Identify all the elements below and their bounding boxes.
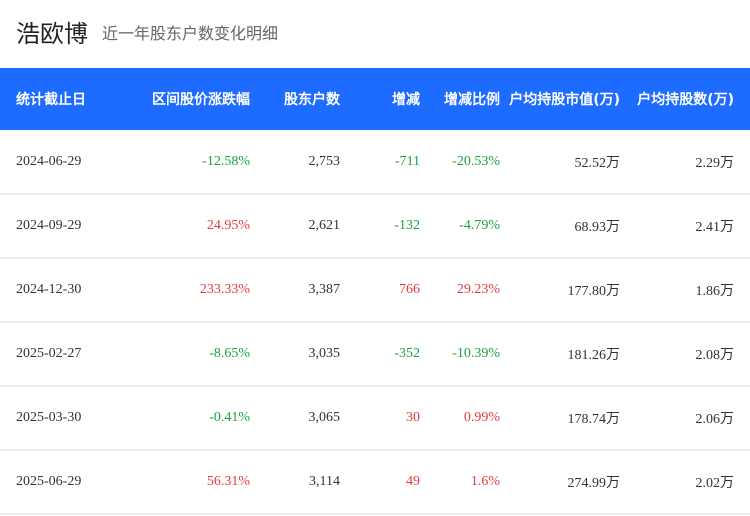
cell-avg-value: 177.80万 — [567, 284, 621, 299]
column-header-date[interactable]: 统计截止日 — [0, 68, 120, 130]
cell-price-change: -8.65% — [209, 346, 250, 361]
cell-date: 2024-09-29 — [16, 218, 82, 233]
cell-avg-shares: 2.06万 — [695, 412, 735, 427]
cell-date: 2024-06-29 — [16, 153, 82, 169]
cell-holders: 3,387 — [308, 282, 341, 297]
cell-date: 2025-06-29 — [16, 474, 82, 489]
cell-date: 2025-03-30 — [16, 410, 82, 425]
cell-change-ratio: -20.53% — [452, 153, 500, 169]
cell-avg-value: 274.99万 — [567, 476, 621, 491]
cell-holders: 2,621 — [308, 218, 341, 233]
cell-change: -711 — [394, 153, 420, 169]
cell-holders: 3,065 — [308, 410, 341, 425]
column-header-avg-value[interactable]: 户均持股市值(万) — [500, 68, 620, 130]
column-header-change-ratio[interactable]: 增减比例 — [420, 68, 500, 130]
table-header-row: 统计截止日 区间股价涨跌幅 股东户数 增减 增减比例 户均持股市值(万) 户均持… — [0, 68, 750, 130]
cell-avg-value: 181.26万 — [567, 348, 621, 363]
cell-change: 30 — [406, 410, 420, 425]
cell-avg-value: 178.74万 — [567, 412, 621, 427]
cell-avg-value: 68.93万 — [574, 220, 621, 235]
cell-price-change: 233.33% — [199, 282, 250, 297]
cell-date: 2024-12-30 — [16, 282, 82, 297]
column-header-holders[interactable]: 股东户数 — [250, 68, 340, 130]
table-row[interactable]: 2025-02-27 -8.65% 3,035 -352 -10.39% 181.26万 2… — [0, 322, 750, 386]
page-subtitle: 近一年股东户数变化明细 — [102, 24, 279, 43]
cell-change-ratio: -10.39% — [452, 346, 500, 361]
column-header-price-change[interactable]: 区间股价涨跌幅 — [120, 68, 250, 130]
cell-avg-shares: 2.08万 — [695, 348, 735, 363]
cell-change-ratio: -4.79% — [459, 218, 500, 233]
column-header-avg-shares[interactable]: 户均持股数(万) — [620, 68, 750, 130]
cell-avg-shares: 2.29万 — [695, 155, 735, 171]
cell-avg-value: 52.52万 — [574, 155, 621, 171]
page-title: 浩欧博 — [16, 20, 88, 48]
table-row[interactable]: 2024-09-29 24.95% 2,621 -132 -4.79% 68.93万 2.4… — [0, 194, 750, 258]
table-row[interactable]: 2024-12-30 233.33% 3,387 766 29.23% 177.80万 1.… — [0, 258, 750, 322]
table-row[interactable]: 2025-06-29 56.31% 3,114 49 1.6% 274.99万 2.02万 — [0, 450, 750, 514]
cell-change-ratio: 1.6% — [470, 474, 500, 489]
cell-change: -132 — [394, 218, 420, 233]
page-header: 浩欧博 近一年股东户数变化明细 — [0, 0, 750, 68]
cell-change-ratio: 0.99% — [463, 410, 500, 425]
cell-change: 766 — [399, 282, 420, 297]
table-body: 2024-06-29 -12.58% 2,753 -711 -20.53% 52.52万 2… — [0, 130, 750, 514]
cell-price-change: -0.41% — [209, 410, 250, 425]
cell-avg-shares: 2.02万 — [695, 476, 735, 491]
cell-holders: 3,114 — [309, 474, 340, 489]
cell-holders: 2,753 — [308, 153, 341, 169]
cell-avg-shares: 1.86万 — [695, 284, 735, 299]
cell-price-change: -12.58% — [202, 153, 250, 169]
cell-avg-shares: 2.41万 — [695, 220, 735, 235]
column-header-change[interactable]: 增减 — [340, 68, 420, 130]
cell-change: 49 — [406, 474, 420, 489]
table-row[interactable]: 2025-03-30 -0.41% 3,065 30 0.99% 178.74万 2.06万 — [0, 386, 750, 450]
cell-price-change: 24.95% — [206, 218, 250, 233]
cell-change-ratio: 29.23% — [456, 282, 500, 297]
shareholder-table: 统计截止日 区间股价涨跌幅 股东户数 增减 增减比例 户均持股市值(万) 户均持… — [0, 68, 750, 515]
cell-change: -352 — [394, 346, 420, 361]
cell-date: 2025-02-27 — [16, 346, 82, 361]
cell-price-change: 56.31% — [206, 474, 250, 489]
table-row[interactable]: 2024-06-29 -12.58% 2,753 -711 -20.53% 52.52万 2… — [0, 130, 750, 194]
cell-holders: 3,035 — [308, 346, 341, 361]
